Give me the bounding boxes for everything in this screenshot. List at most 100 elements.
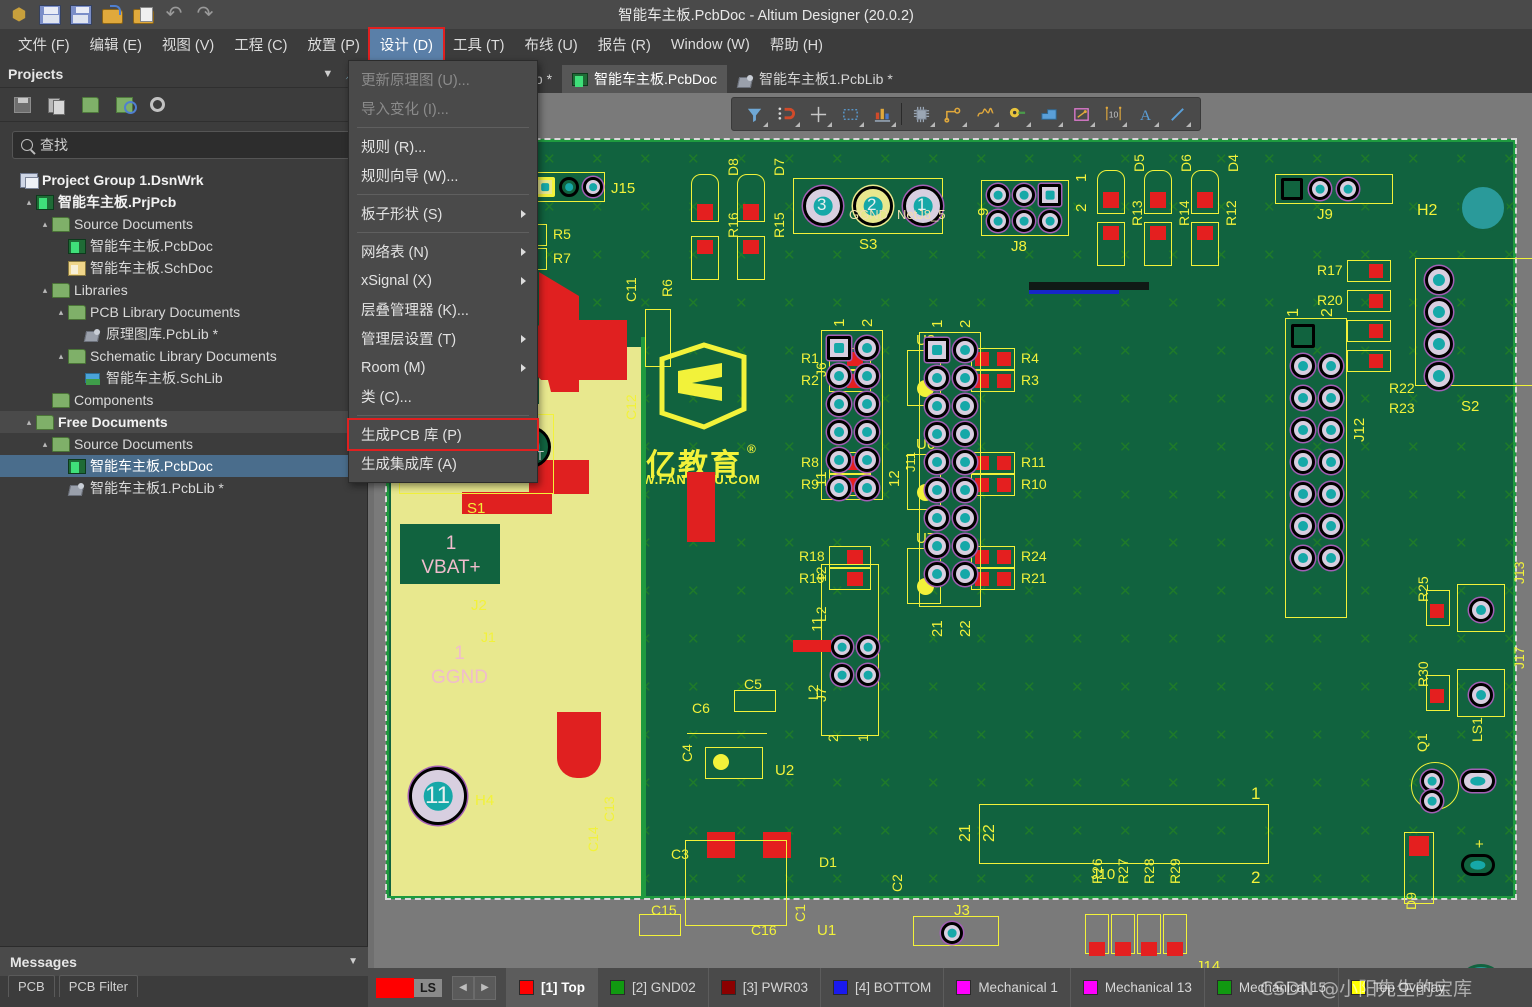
- layer-set-button[interactable]: LS: [376, 977, 442, 998]
- menu-view[interactable]: 视图 (V): [152, 29, 224, 60]
- tree-item-7[interactable]: 原理图库.PcbLib *: [0, 323, 367, 345]
- search-input[interactable]: 查找: [12, 131, 355, 159]
- pad[interactable]: [1291, 546, 1315, 570]
- pad[interactable]: [1369, 354, 1383, 368]
- pad[interactable]: [1425, 266, 1453, 294]
- pad[interactable]: [997, 456, 1011, 470]
- pad[interactable]: [925, 394, 949, 418]
- tree-item-9[interactable]: 智能车主板.SchLib: [0, 367, 367, 389]
- design-menu-item-6[interactable]: 板子形状 (S): [349, 199, 537, 228]
- undo-icon[interactable]: ↶: [163, 4, 185, 25]
- pad[interactable]: [1291, 450, 1315, 474]
- pad[interactable]: [1150, 226, 1166, 240]
- pad[interactable]: [743, 240, 759, 254]
- pad[interactable]: [953, 422, 977, 446]
- tree-item-2[interactable]: ▴ Source Documents: [0, 213, 367, 235]
- pad[interactable]: [855, 476, 879, 500]
- pad[interactable]: [847, 550, 863, 564]
- component-outline-J10[interactable]: [979, 804, 1269, 864]
- pad[interactable]: [997, 352, 1011, 366]
- pad[interactable]: [855, 364, 879, 388]
- pad[interactable]: [1319, 482, 1343, 506]
- pad[interactable]: [827, 336, 851, 360]
- tree-item-0[interactable]: Project Group 1.DsnWrk: [0, 169, 367, 191]
- layer-prev-button[interactable]: ◀: [451, 975, 474, 1000]
- place-polygon-icon[interactable]: [1033, 100, 1065, 128]
- design-menu-item-11[interactable]: 管理层设置 (T): [349, 324, 537, 353]
- pad[interactable]: [559, 177, 579, 197]
- quick-access-toolbar[interactable]: ⬢ ↶ ↷: [0, 4, 216, 25]
- pad[interactable]: [1167, 942, 1183, 956]
- expand-arrow-icon[interactable]: ▴: [38, 219, 52, 230]
- interactive-routing-icon[interactable]: [937, 100, 969, 128]
- pad[interactable]: [827, 392, 851, 416]
- pad[interactable]: [1309, 178, 1331, 200]
- settings-gear-icon[interactable]: [150, 97, 165, 112]
- pad[interactable]: [857, 664, 879, 686]
- menu-place[interactable]: 放置 (P): [297, 29, 369, 60]
- pad[interactable]: [1319, 418, 1343, 442]
- expand-arrow-icon[interactable]: ▴: [22, 417, 36, 428]
- pad[interactable]: [953, 562, 977, 586]
- board-insight-icon[interactable]: [866, 100, 898, 128]
- pad[interactable]: [1150, 192, 1166, 208]
- component-outline-C5[interactable]: [734, 690, 776, 712]
- pad[interactable]: [855, 392, 879, 416]
- pad[interactable]: [925, 562, 949, 586]
- pad[interactable]: [1430, 689, 1444, 703]
- pad[interactable]: [925, 366, 949, 390]
- layer-tab-1[interactable]: [2] GND02: [596, 968, 708, 1007]
- pad[interactable]: [925, 534, 949, 558]
- pad[interactable]: [1409, 836, 1429, 856]
- pad[interactable]: [1089, 942, 1105, 956]
- pad[interactable]: [857, 636, 879, 658]
- document-tab-2[interactable]: 智能车主板1.PcbLib *: [727, 65, 903, 93]
- pad[interactable]: [1319, 450, 1343, 474]
- document-tab-bar[interactable]: 原理图库.PcbLib *智能车主板.PcbDoc智能车主板1.PcbLib *: [368, 60, 1532, 93]
- pcb-tools-toolbar[interactable]: 10 A: [731, 97, 1201, 131]
- tree-item-6[interactable]: ▴ PCB Library Documents: [0, 301, 367, 323]
- menu-project[interactable]: 工程 (C): [224, 29, 297, 60]
- design-menu-item-3[interactable]: 规则 (R)...: [349, 132, 537, 161]
- panel-tab-strip[interactable]: PCB PCB Filter: [8, 975, 138, 997]
- pad[interactable]: [1319, 386, 1343, 410]
- tree-item-3[interactable]: 智能车主板.PcbDoc: [0, 235, 367, 257]
- pad[interactable]: [1291, 418, 1315, 442]
- design-menu-item-12[interactable]: Room (M): [349, 353, 537, 382]
- tree-item-4[interactable]: 智能车主板.SchDoc: [0, 257, 367, 279]
- open-project-icon[interactable]: [132, 5, 154, 25]
- pad[interactable]: [1319, 354, 1343, 378]
- menu-bar[interactable]: 文件 (F) 编辑 (E) 视图 (V) 工程 (C) 放置 (P) 设计 (D) 工具 (…: [0, 27, 1532, 62]
- pad[interactable]: [1425, 330, 1453, 358]
- project-tree[interactable]: Project Group 1.DsnWrk ▴ 智能车主板.PrjPcb ▴ Sour…: [0, 165, 367, 499]
- pad[interactable]: [1469, 598, 1493, 622]
- expand-arrow-icon[interactable]: ▴: [54, 351, 68, 362]
- expand-arrow-icon[interactable]: ▴: [54, 307, 68, 318]
- layer-tab-bar[interactable]: LS ◀ ▶ [1] Top [2] GND02 [3] PWR03 [4] BOTTOM M…: [368, 968, 1532, 1007]
- place-dimension-icon[interactable]: 10: [1097, 100, 1129, 128]
- filter-icon[interactable]: [738, 100, 770, 128]
- open-file-icon[interactable]: [101, 4, 123, 25]
- component-outline-J4b[interactable]: [685, 840, 787, 926]
- expand-arrow-icon[interactable]: ▴: [22, 197, 36, 208]
- expand-arrow-icon[interactable]: ▴: [38, 285, 52, 296]
- place-component-icon[interactable]: [905, 100, 937, 128]
- pad[interactable]: [1319, 514, 1343, 538]
- tree-item-1[interactable]: ▴ 智能车主板.PrjPcb: [0, 191, 367, 213]
- pad[interactable]: [1013, 184, 1035, 206]
- pad[interactable]: [827, 420, 851, 444]
- component-outline-C6[interactable]: [687, 714, 767, 734]
- component-outline-C15[interactable]: [639, 914, 681, 936]
- tree-item-8[interactable]: ▴ Schematic Library Documents: [0, 345, 367, 367]
- panel-tab-pcb[interactable]: PCB: [8, 975, 55, 997]
- pad[interactable]: [1291, 514, 1315, 538]
- pad[interactable]: [1430, 604, 1444, 618]
- pad[interactable]: [1337, 178, 1359, 200]
- pad[interactable]: [1197, 226, 1213, 240]
- pad[interactable]: [953, 534, 977, 558]
- pad[interactable]: [997, 550, 1011, 564]
- pad[interactable]: [953, 478, 977, 502]
- pad[interactable]: [953, 506, 977, 530]
- pad[interactable]: [1291, 482, 1315, 506]
- pad[interactable]: [1039, 210, 1061, 232]
